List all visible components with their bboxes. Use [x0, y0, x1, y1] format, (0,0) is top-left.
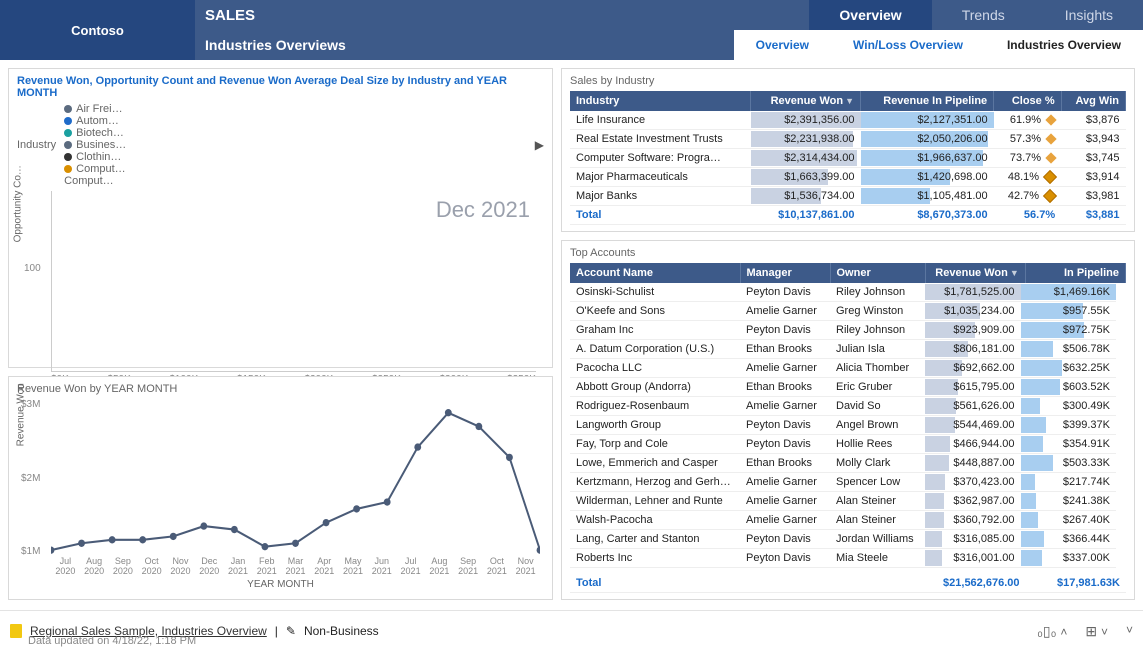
nav-insights[interactable]: Insights: [1035, 0, 1143, 30]
col-industry[interactable]: Industry: [570, 91, 751, 111]
legend-item[interactable]: Comput…: [64, 163, 126, 175]
accounts-card[interactable]: Top Accounts Account Name Manager Owner …: [561, 240, 1135, 600]
industry-table[interactable]: Industry Revenue Won▼ Revenue In Pipelin…: [570, 91, 1126, 225]
accounts-scroll[interactable]: Osinski-SchulistPeyton DavisRiley Johnso…: [570, 283, 1126, 574]
col-acc-pipeline[interactable]: In Pipeline: [1025, 263, 1125, 283]
table-row[interactable]: Kertzmann, Herzog and GerholdAmelie Garn…: [570, 473, 1116, 492]
table-row[interactable]: Fay, Torp and ColePeyton DavisHollie Ree…: [570, 435, 1116, 454]
industry-total-row: Total$10,137,861.00$8,670,373.0056.7%$3,…: [570, 206, 1126, 225]
accounts-table-header[interactable]: Account Name Manager Owner Revenue Won▼ …: [570, 263, 1126, 283]
sensitivity-icon: ✎: [286, 624, 296, 638]
legend-next-icon[interactable]: ▶: [535, 138, 544, 152]
col-acc-won[interactable]: Revenue Won▼: [925, 263, 1025, 283]
table-row[interactable]: Real Estate Investment Trusts $2,231,938…: [570, 130, 1126, 149]
legend-item[interactable]: Biotech…: [64, 127, 126, 139]
sub-nav: Overview Win/Loss Overview Industries Ov…: [734, 30, 1143, 60]
legend-item[interactable]: Clothin…: [64, 151, 126, 163]
accounts-table[interactable]: Osinski-SchulistPeyton DavisRiley Johnso…: [570, 283, 1116, 568]
table-row[interactable]: A. Datum Corporation (U.S.)Ethan BrooksJ…: [570, 340, 1116, 359]
table-row[interactable]: Computer Software: Progra… $2,314,434.00…: [570, 149, 1126, 168]
table-row[interactable]: Pacocha LLCAmelie GarnerAlicia Thomber $…: [570, 359, 1116, 378]
main-nav: Overview Trends Insights: [809, 0, 1143, 30]
industry-title: Sales by Industry: [570, 75, 1126, 87]
kpi-icon: [1045, 152, 1056, 163]
subtab-industries[interactable]: Industries Overview: [985, 30, 1143, 60]
line-yticks: $3M$2M$1M: [21, 399, 40, 557]
line-svg: [51, 399, 540, 557]
table-row[interactable]: Graham IncPeyton DavisRiley Johnson $923…: [570, 321, 1116, 340]
legend-dot-icon: [64, 117, 72, 125]
industry-card[interactable]: Sales by Industry Industry Revenue Won▼ …: [561, 68, 1135, 232]
table-row[interactable]: Osinski-SchulistPeyton DavisRiley Johnso…: [570, 283, 1116, 302]
legend-item[interactable]: Autom…: [64, 115, 126, 127]
powerbi-icon: [10, 624, 22, 638]
col-manager[interactable]: Manager: [740, 263, 830, 283]
scatter-card[interactable]: Revenue Won, Opportunity Count and Reven…: [8, 68, 553, 368]
table-row[interactable]: Roberts IncPeyton DavisMia Steele $316,0…: [570, 549, 1116, 568]
updated-label: Data updated on 4/18/22, 1:18 PM: [28, 635, 196, 647]
table-row[interactable]: O'Keefe and SonsAmelie GarnerGreg Winsto…: [570, 302, 1116, 321]
scatter-ytick: 100: [24, 263, 41, 274]
table-row[interactable]: Abbott Group (Andorra)Ethan BrooksEric G…: [570, 378, 1116, 397]
table-row[interactable]: Major Banks $1,536,734.00 $1,105,481.00 …: [570, 187, 1126, 206]
header: Contoso SALES Overview Trends Insights I…: [0, 0, 1143, 60]
chart-icon[interactable]: ₀▯₀ ˄: [1037, 623, 1067, 640]
brand-logo: Contoso: [0, 0, 195, 60]
page-subtitle: Industries Overviews: [195, 30, 734, 60]
legend-dot-icon: [64, 105, 72, 113]
legend-label: Industry: [17, 139, 56, 151]
table-row[interactable]: Rodriguez-RosenbaumAmelie GarnerDavid So…: [570, 397, 1116, 416]
status-bar: Regional Sales Sample, Industries Overvi…: [0, 610, 1143, 651]
nav-trends[interactable]: Trends: [932, 0, 1035, 30]
line-title: Revenue Won by YEAR MONTH: [17, 383, 544, 395]
table-row[interactable]: Life Insurance $2,391,356.00 $2,127,351.…: [570, 111, 1126, 130]
col-owner[interactable]: Owner: [830, 263, 925, 283]
sort-desc-icon: ▼: [1010, 268, 1019, 278]
scatter-period: Dec 2021: [436, 197, 530, 223]
line-card[interactable]: Revenue Won by YEAR MONTH Revenue Won $3…: [8, 376, 553, 600]
subtab-overview[interactable]: Overview: [734, 30, 831, 60]
kpi-icon: [1045, 133, 1056, 144]
accounts-total-row: Total $21,562,676.00$17,981.63K: [570, 574, 1126, 593]
kpi-icon: [1043, 170, 1057, 184]
table-row[interactable]: Wilderman, Lehner and RunteAmelie Garner…: [570, 492, 1116, 511]
legend-dot-icon: [64, 129, 72, 137]
line-xaxis: Jul2020Aug2020Sep2020Oct2020Nov2020Dec20…: [51, 557, 540, 577]
legend-dot-icon: [64, 141, 72, 149]
expand-icon[interactable]: ˅: [1126, 623, 1133, 640]
kpi-icon: [1045, 114, 1056, 125]
header-main: SALES Overview Trends Insights Industrie…: [195, 0, 1143, 60]
table-row[interactable]: Major Pharmaceuticals $1,663,399.00 $1,4…: [570, 168, 1126, 187]
legend-item[interactable]: Comput…: [64, 175, 126, 187]
line-chart[interactable]: Revenue Won $3M$2M$1M: [51, 399, 540, 557]
sensitivity-label: Non-Business: [304, 624, 379, 638]
col-avg-win[interactable]: Avg Win: [1061, 91, 1125, 111]
scatter-plot[interactable]: Opportunity Co… 100 Dec 2021: [51, 191, 536, 372]
line-xlabel: YEAR MONTH: [17, 579, 544, 590]
kpi-icon: [1043, 189, 1057, 203]
accounts-title: Top Accounts: [570, 247, 1126, 259]
legend-item[interactable]: Air Frei…: [64, 103, 126, 115]
col-revenue-pipeline[interactable]: Revenue In Pipeline: [861, 91, 994, 111]
table-row[interactable]: Walsh-PacochaAmelie GarnerAlan Steiner $…: [570, 511, 1116, 530]
legend-dot-icon: [64, 153, 72, 161]
col-revenue-won[interactable]: Revenue Won▼: [751, 91, 861, 111]
legend-item[interactable]: Busines…: [64, 139, 126, 151]
scatter-legend[interactable]: Industry Air Frei…Autom…Biotech…Busines……: [17, 103, 544, 187]
table-row[interactable]: Lang, Carter and StantonPeyton DavisJord…: [570, 530, 1116, 549]
table-row[interactable]: Langworth GroupPeyton DavisAngel Brown $…: [570, 416, 1116, 435]
apps-icon[interactable]: ⊞ ˅: [1085, 623, 1108, 640]
scatter-title: Revenue Won, Opportunity Count and Reven…: [17, 75, 544, 99]
subtab-winloss[interactable]: Win/Loss Overview: [831, 30, 985, 60]
col-close-pct[interactable]: Close %: [994, 91, 1061, 111]
table-row[interactable]: Lowe, Emmerich and CasperEthan BrooksMol…: [570, 454, 1116, 473]
col-account[interactable]: Account Name: [570, 263, 740, 283]
page-title: SALES: [195, 7, 809, 24]
legend-dot-icon: [64, 165, 72, 173]
sort-desc-icon: ▼: [845, 96, 854, 106]
scatter-ylabel: Opportunity Co…: [13, 165, 24, 242]
nav-overview[interactable]: Overview: [809, 0, 931, 30]
